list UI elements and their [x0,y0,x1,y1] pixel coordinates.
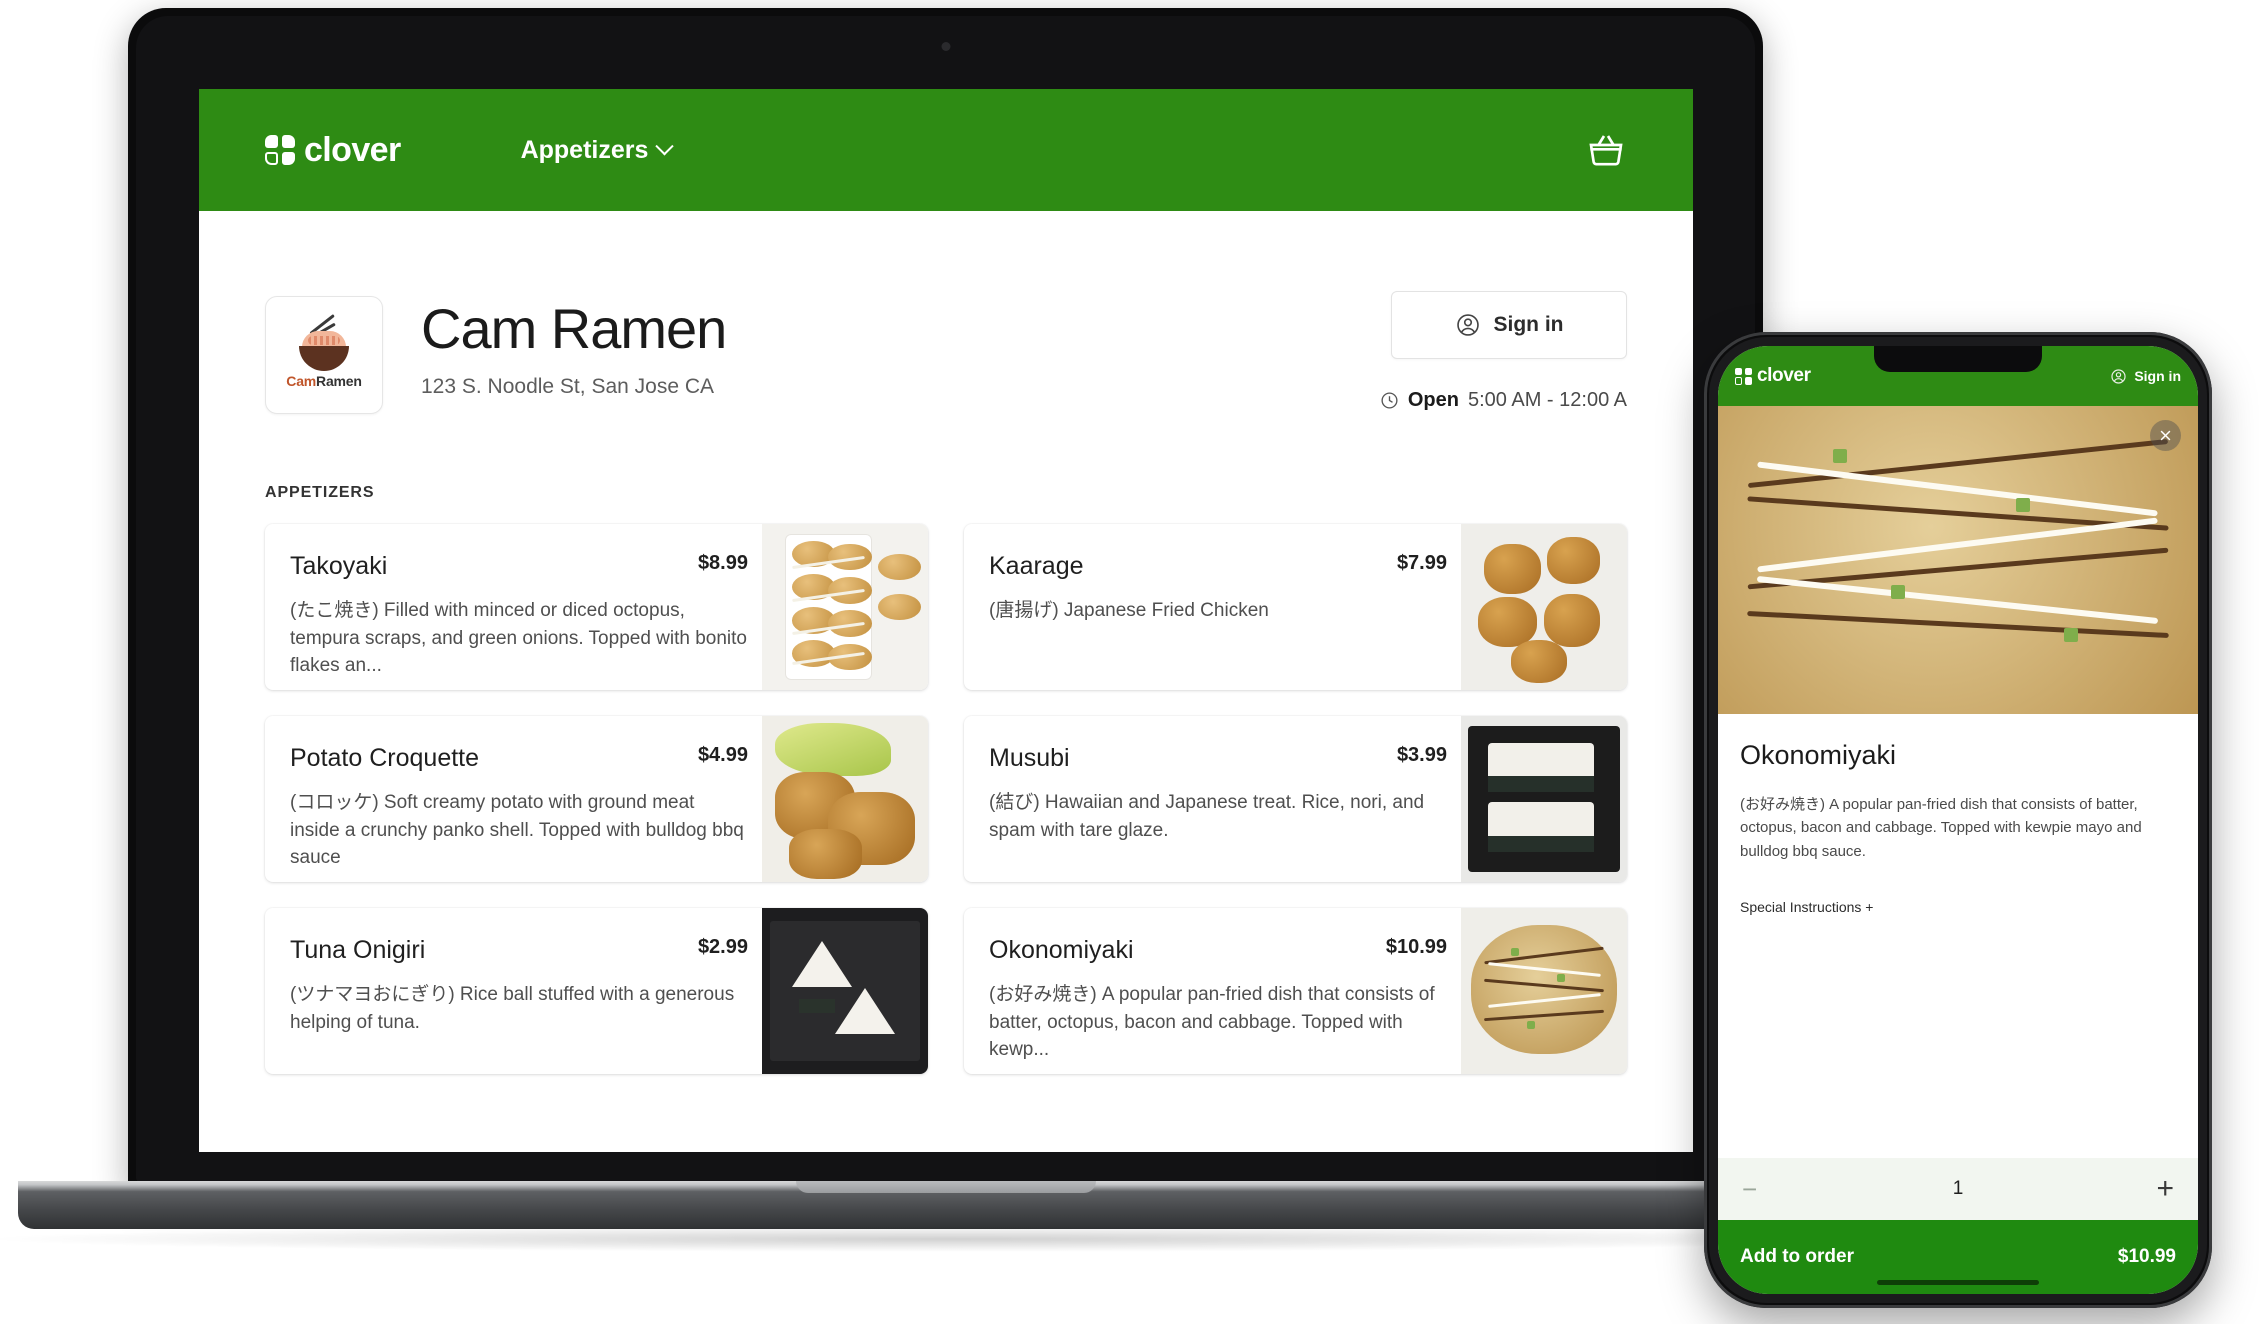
phone-item-details: Okonomiyaki (お好み焼き) A popular pan-fried … [1718,714,2198,915]
restaurant-address: 123 S. Noodle St, San Jose CA [421,374,715,398]
category-dropdown-label: Appetizers [520,135,649,164]
menu-item-name: Kaarage [989,552,1084,580]
menu-item-card[interactable]: Musubi $3.99 (結び) Hawaiian and Japanese … [964,716,1627,882]
menu-item-description: (お好み焼き) A popular pan-fried dish that co… [989,984,1435,1061]
menu-item-description: (唐揚げ) Japanese Fried Chicken [989,600,1269,621]
category-dropdown[interactable]: Appetizers [520,135,675,165]
laptop-screen: clover Appetizers CamRamen Cam Ramen 123… [199,89,1693,1152]
restaurant-logo: CamRamen [265,296,383,414]
menu-item-description: (ツナマヨおにぎり) Rice ball stuffed with a gene… [290,984,735,1033]
phone-clover-logo[interactable]: clover [1735,365,1811,387]
menu-item-card[interactable]: Kaarage $7.99 (唐揚げ) Japanese Fried Chick… [964,524,1627,690]
menu-item-name: Takoyaki [290,552,388,580]
clover-logo-icon [1735,367,1752,385]
shopping-basket-icon [1589,135,1623,166]
clover-logo-icon [265,135,295,165]
menu-grid: Takoyaki $8.99 (たこ焼き) Filled with minced… [265,524,1627,1074]
menu-item-photo [762,524,928,690]
web-top-bar: clover Appetizers [199,89,1693,211]
home-indicator [1877,1280,2039,1285]
menu-item-card[interactable]: Tuna Onigiri $2.99 (ツナマヨおにぎり) Rice ball … [265,908,928,1074]
section-heading-appetizers: APPETIZERS [265,484,375,501]
menu-item-name: Musubi [989,744,1070,772]
phone-item-description: (お好み焼き) A popular pan-fried dish that co… [1740,796,2142,860]
laptop-device: clover Appetizers CamRamen Cam Ramen 123… [0,8,1913,1252]
user-circle-icon [1456,314,1479,336]
scene: clover Appetizers CamRamen Cam Ramen 123… [0,0,2259,1324]
phone-sign-in-button[interactable]: Sign in [2110,368,2181,385]
webcam-icon [941,42,950,51]
menu-item-description: (コロッケ) Soft creamy potato with ground me… [290,792,744,869]
menu-item-card[interactable]: Okonomiyaki $10.99 (お好み焼き) A popular pan… [964,908,1627,1074]
chevron-down-icon [655,136,675,155]
store-hours-range: 5:00 AM - 12:00 A [1468,389,1627,411]
menu-item-price: $7.99 [1396,552,1447,574]
close-button[interactable] [2150,420,2181,451]
restaurant-header: CamRamen Cam Ramen 123 S. Noodle St, San… [199,211,1693,414]
restaurant-logo-word-2: Ramen [316,373,362,389]
menu-item-card[interactable]: Potato Croquette $4.99 (コロッケ) Soft cream… [265,716,928,882]
add-to-order-price: $10.99 [2117,1246,2176,1267]
quantity-stepper[interactable]: − 1 + [1718,1158,2198,1220]
menu-item-photo [1461,908,1627,1074]
menu-item-description: (たこ焼き) Filled with minced or diced octop… [290,600,748,677]
menu-item-photo [1461,524,1627,690]
laptop-bezel: clover Appetizers CamRamen Cam Ramen 123… [136,16,1755,1182]
menu-item-photo [762,908,928,1074]
phone-item-title: Okonomiyaki [1740,740,1897,770]
add-to-order-label: Add to order [1740,1246,1854,1267]
restaurant-logo-word-1: Cam [286,373,317,389]
laptop-shadow [0,1226,1913,1252]
clock-icon [1381,392,1398,409]
laptop-lid: clover Appetizers CamRamen Cam Ramen 123… [128,8,1763,1190]
phone-notch [1874,346,2042,372]
phone-device: clover Sign in Okonomiyaki (お好み焼き) A pop… [1704,332,2212,1308]
menu-item-price: $2.99 [697,936,748,958]
phone-screen: clover Sign in Okonomiyaki (お好み焼き) A pop… [1718,346,2198,1294]
menu-item-card[interactable]: Takoyaki $8.99 (たこ焼き) Filled with minced… [265,524,928,690]
phone-item-photo [1718,406,2198,714]
clover-logo[interactable]: clover [265,131,401,170]
store-hours: Open 5:00 AM - 12:00 A [1380,389,1627,412]
ramen-bowl-icon [291,314,357,371]
menu-item-price: $3.99 [1396,744,1447,766]
sign-in-button[interactable]: Sign in [1391,291,1627,359]
menu-item-name: Okonomiyaki [989,936,1134,964]
minus-icon[interactable]: − [1742,1174,1757,1205]
menu-item-name: Tuna Onigiri [290,936,426,964]
quantity-value: 1 [1952,1178,1964,1199]
restaurant-logo-caption: CamRamen [286,373,362,389]
cart-button[interactable] [1585,130,1627,170]
phone-clover-wordmark: clover [1757,365,1811,386]
menu-item-description: (結び) Hawaiian and Japanese treat. Rice, … [989,792,1425,841]
menu-item-name: Potato Croquette [290,744,480,772]
menu-item-price: $4.99 [697,744,748,766]
menu-item-photo [1461,716,1627,882]
clover-wordmark: clover [304,130,401,169]
phone-sign-in-label: Sign in [2134,368,2181,384]
plus-icon[interactable]: + [2156,1174,2174,1204]
close-x-icon [2160,430,2171,441]
menu-item-photo [762,716,928,882]
laptop-base [18,1181,1873,1229]
page-title: Cam Ramen [421,297,727,360]
sign-in-label: Sign in [1493,313,1564,336]
special-instructions-toggle[interactable]: Special Instructions + [1740,899,2176,915]
menu-section: APPETIZERS Takoyaki $8.99 (たこ焼き) Filled … [199,414,1693,1074]
user-circle-icon [2111,368,2126,384]
menu-item-price: $10.99 [1385,936,1447,958]
store-open-status: Open [1407,389,1459,411]
menu-item-price: $8.99 [697,552,748,574]
